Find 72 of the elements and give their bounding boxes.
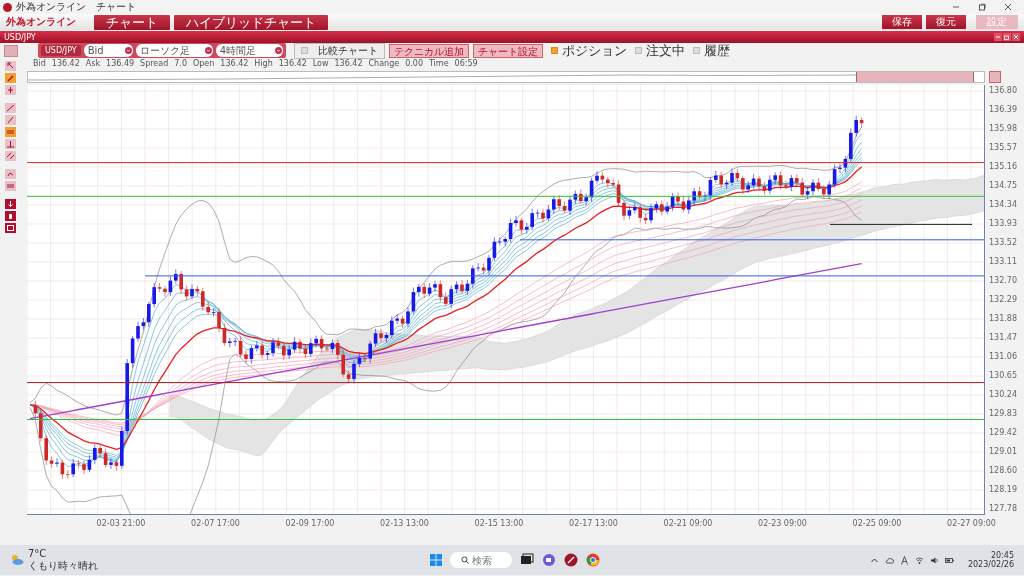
dropdown[interactable]: 4時間足 xyxy=(215,44,283,57)
quote-label: Ask xyxy=(85,59,101,68)
price-axis-label: 133.52 xyxy=(989,237,1018,249)
price-axis-label: 133.11 xyxy=(989,256,1018,268)
price-axis-label: 135.98 xyxy=(989,123,1018,135)
price-axis-label: 128.19 xyxy=(989,484,1018,496)
panel-title: USD/JPY xyxy=(4,32,37,42)
dropdown[interactable]: ローソク足 xyxy=(135,44,213,57)
price-axis-label: 131.88 xyxy=(989,313,1018,325)
price-axis-label: 135.57 xyxy=(989,142,1018,154)
time-axis-label: 02-23 09:00 xyxy=(758,519,807,528)
time-axis-label: 02-03 21:00 xyxy=(96,519,146,528)
price-axis-label: 134.75 xyxy=(989,180,1018,192)
nav-tab[interactable]: ハイブリッドチャート xyxy=(174,14,328,30)
currency-pair-button[interactable]: USD/JPY xyxy=(41,45,81,56)
toolbar-button[interactable]: 復元 xyxy=(926,15,966,29)
price-axis-label: 130.24 xyxy=(989,389,1018,401)
brand-logo: 外為オンライン xyxy=(6,15,76,29)
quote-value: 136.42 xyxy=(51,59,80,68)
search-field[interactable]: 検索 xyxy=(472,553,502,567)
price-axis-label: 129.42 xyxy=(989,427,1018,439)
weather-text: くもり時々晴れ xyxy=(28,560,98,572)
time-axis-label: 02-25 09:00 xyxy=(852,519,902,528)
nav-tab[interactable]: チャート xyxy=(94,14,170,30)
quote-value: 136.49 xyxy=(106,59,135,68)
toolbar-button[interactable]: テクニカル追加 xyxy=(388,43,469,58)
toolbar-button[interactable]: 保存 xyxy=(882,15,922,29)
quote-label: Open xyxy=(193,59,215,68)
checkbox-label: 履歴 xyxy=(703,43,730,58)
time-axis-label: 02-21 09:00 xyxy=(663,519,713,528)
price-axis-label: 127.78 xyxy=(989,503,1018,515)
price-axis-label: 136.80 xyxy=(989,85,1018,97)
price-axis-label: 131.47 xyxy=(989,332,1018,344)
dropdown[interactable]: Bid xyxy=(83,44,133,57)
price-axis-label: 134.34 xyxy=(989,199,1018,211)
quote-label: High xyxy=(254,59,273,68)
price-axis-label: 129.83 xyxy=(989,408,1018,420)
compare-label: 比較チャート xyxy=(317,43,378,58)
price-axis-label: 133.93 xyxy=(989,218,1018,230)
quote-value: 136.42 xyxy=(220,59,249,68)
checkbox-label: ポジション xyxy=(561,43,627,58)
clock-time[interactable]: 20:45 xyxy=(990,551,1014,560)
window-title: 外為オンライン チャート xyxy=(16,0,137,14)
quote-label: Low xyxy=(312,59,329,68)
temperature: 7°C xyxy=(28,548,48,560)
quote-label: Bid xyxy=(33,59,46,68)
time-axis-label: 02-17 13:00 xyxy=(569,519,618,528)
checkbox-label: 注文中 xyxy=(645,43,685,58)
quote-label: Change xyxy=(368,59,400,68)
time-axis-label: 02-27 09:00 xyxy=(947,519,996,528)
price-axis-label: 131.06 xyxy=(989,351,1018,363)
quote-value: 136.42 xyxy=(278,59,307,68)
clock-date[interactable]: 2023/02/26 xyxy=(967,560,1014,569)
price-axis-label: 136.39 xyxy=(989,104,1018,116)
time-axis-label: 02-09 17:00 xyxy=(285,519,335,528)
quote-value: 7.0 xyxy=(174,59,187,68)
quote-value: 136.42 xyxy=(334,59,363,68)
quote-label: Time xyxy=(428,59,449,68)
price-axis-label: 129.01 xyxy=(989,446,1018,458)
time-axis-label: 02-15 13:00 xyxy=(474,519,524,528)
toolbar-button[interactable]: チャート設定 xyxy=(472,43,543,58)
quote-value: 06:59 xyxy=(454,59,478,68)
price-axis-label: 130.65 xyxy=(989,370,1018,382)
price-axis-label: 132.29 xyxy=(989,294,1018,306)
time-axis-label: 02-13 13:00 xyxy=(380,519,429,528)
price-axis-label: 135.16 xyxy=(989,161,1018,173)
price-axis-label: 128.60 xyxy=(989,465,1018,477)
quote-value: 0.00 xyxy=(405,59,423,68)
price-axis-label: 132.70 xyxy=(989,275,1018,287)
search-bar[interactable]: 検索 xyxy=(450,552,512,568)
time-axis-label: 02-07 17:00 xyxy=(191,519,240,528)
quote-label: Spread xyxy=(140,59,169,68)
